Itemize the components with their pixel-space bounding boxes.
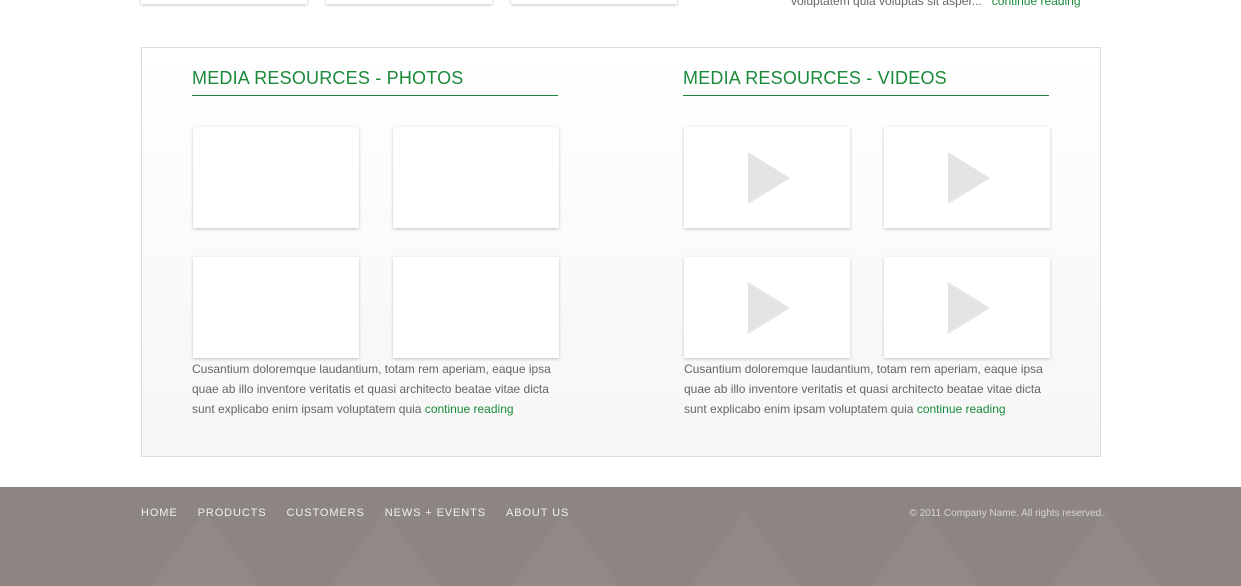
footer-pattern-shape — [1050, 511, 1160, 586]
top-continue-reading-link[interactable]: continue reading — [992, 0, 1081, 8]
photos-title: MEDIA RESOURCES - PHOTOS — [192, 68, 558, 96]
video-thumbnail[interactable] — [684, 257, 850, 358]
footer-nav-customers[interactable]: CUSTOMERS — [287, 507, 365, 519]
footer-pattern-shape — [330, 511, 440, 586]
photo-thumbnail[interactable] — [393, 257, 559, 358]
footer-nav-about-us[interactable]: ABOUT US — [506, 507, 569, 519]
copyright-text: © 2011 Company Name. All rights reserved… — [909, 508, 1105, 519]
top-thumbnail[interactable] — [141, 0, 307, 4]
videos-title: MEDIA RESOURCES - VIDEOS — [683, 68, 1049, 96]
video-thumbnail[interactable] — [884, 257, 1050, 358]
photos-description: Cusantium doloremque laudantium, totam r… — [192, 359, 558, 419]
footer-nav-news-events[interactable]: NEWS + EVENTS — [385, 507, 486, 519]
footer-nav-products[interactable]: PRODUCTS — [198, 507, 267, 519]
photos-continue-reading-link[interactable]: continue reading — [425, 402, 514, 416]
top-thumbnail[interactable] — [511, 0, 677, 4]
footer-pattern-shape — [690, 511, 800, 586]
footer-nav-home[interactable]: HOME — [141, 507, 178, 519]
play-icon — [948, 282, 990, 334]
videos-description: Cusantium doloremque laudantium, totam r… — [684, 359, 1050, 419]
photo-thumbnail[interactable] — [393, 127, 559, 228]
videos-continue-reading-link[interactable]: continue reading — [917, 402, 1006, 416]
media-resources-panel: MEDIA RESOURCES - PHOTOS Cusantium dolor… — [141, 47, 1101, 457]
top-snippet-text: voluptatem quia voluptas sit asper... — [791, 0, 982, 8]
footer-nav: HOME PRODUCTS CUSTOMERS NEWS + EVENTS AB… — [141, 507, 589, 519]
play-icon — [948, 152, 990, 204]
footer-pattern-shape — [510, 511, 620, 586]
top-snippet: voluptatem quia voluptas sit asper... con… — [791, 0, 1081, 8]
play-icon — [748, 152, 790, 204]
photo-thumbnail[interactable] — [193, 257, 359, 358]
video-thumbnail[interactable] — [684, 127, 850, 228]
photo-thumbnail[interactable] — [193, 127, 359, 228]
play-icon — [748, 282, 790, 334]
page: voluptatem quia voluptas sit asper... con… — [0, 0, 1241, 586]
video-thumbnail[interactable] — [884, 127, 1050, 228]
videos-column: MEDIA RESOURCES - VIDEOS — [683, 68, 1049, 96]
top-thumbnail[interactable] — [326, 0, 492, 4]
footer-pattern-shape — [150, 511, 260, 586]
photos-column: MEDIA RESOURCES - PHOTOS — [192, 68, 558, 96]
footer-pattern-shape — [870, 511, 980, 586]
footer: HOME PRODUCTS CUSTOMERS NEWS + EVENTS AB… — [0, 487, 1241, 586]
